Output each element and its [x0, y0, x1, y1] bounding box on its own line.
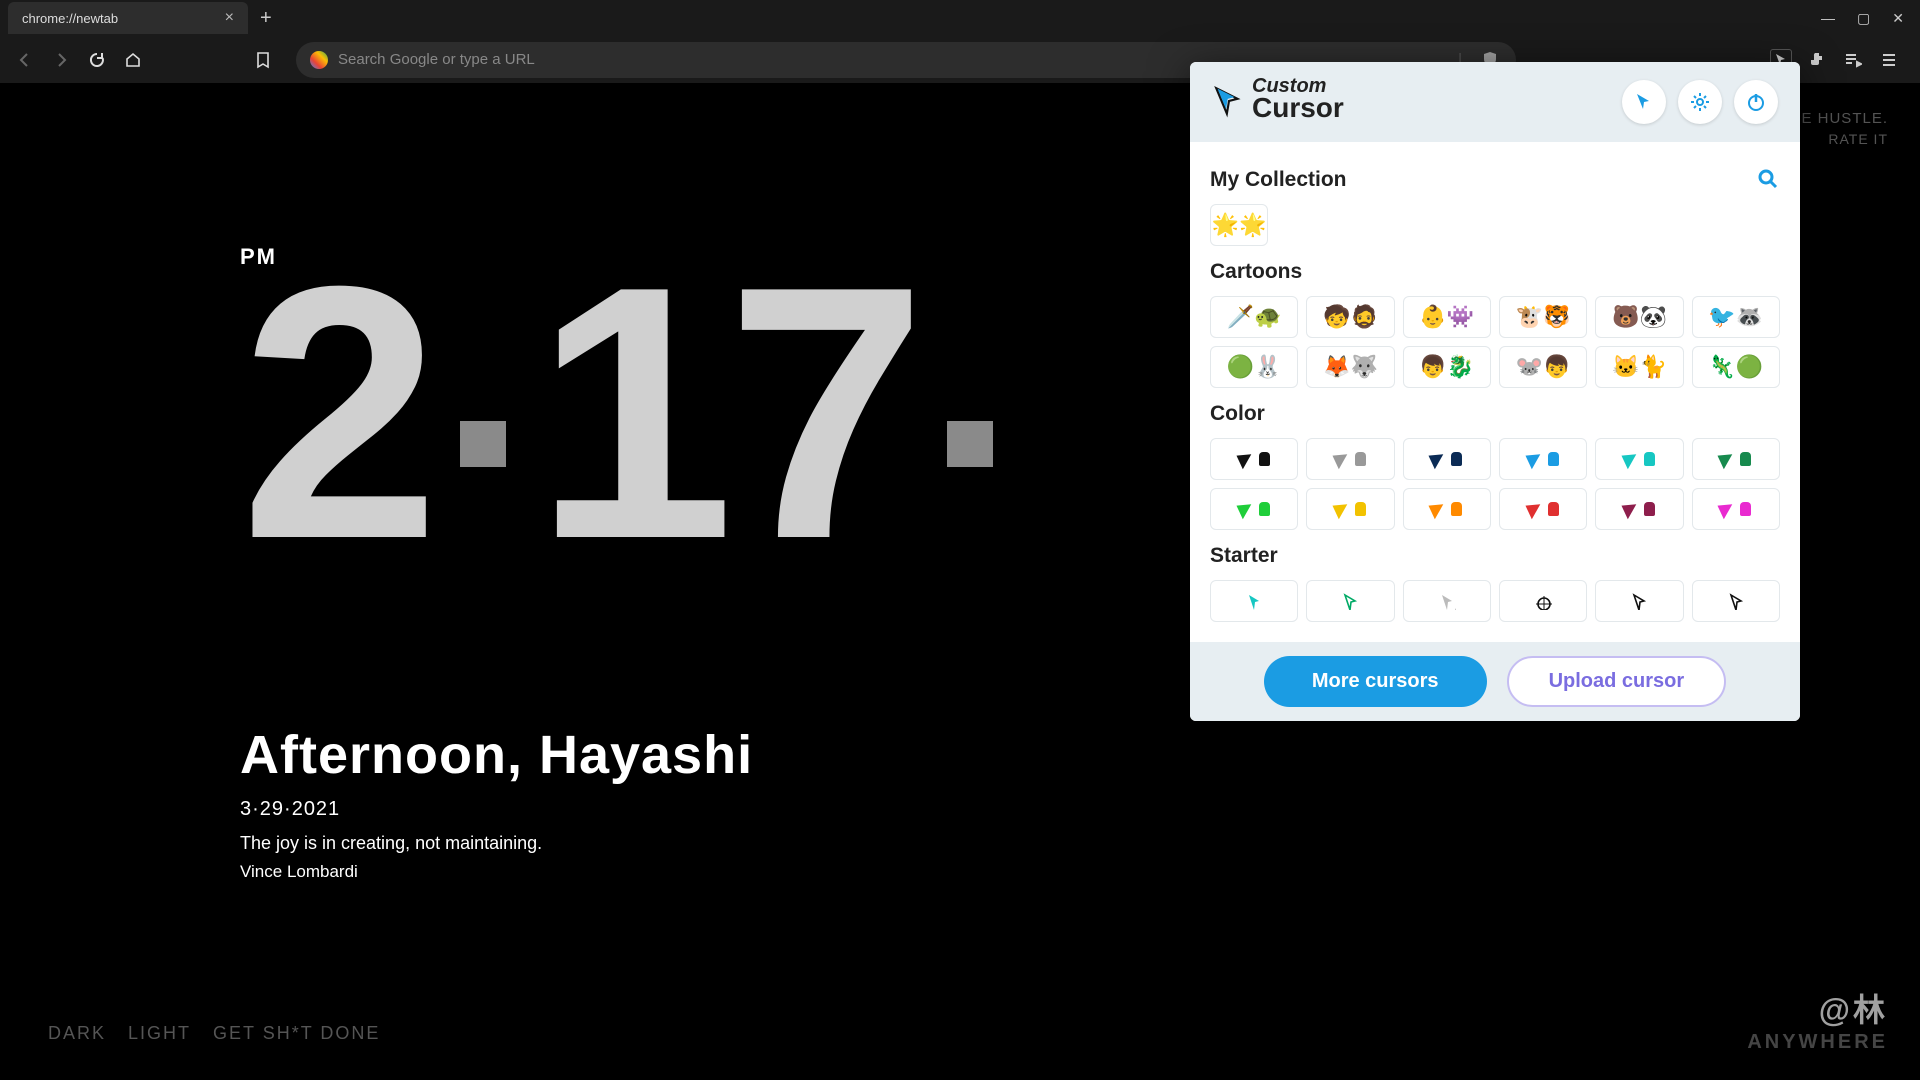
cursor-item[interactable]: 🌟🌟: [1210, 204, 1268, 246]
theme-dark[interactable]: DARK: [48, 1023, 106, 1044]
clock-widget: PM 217: [240, 244, 1021, 566]
popup-header: CustomCursor: [1190, 62, 1800, 142]
cursor-item[interactable]: 🐻🐼: [1595, 296, 1683, 338]
cursor-starter-item[interactable]: [1499, 580, 1587, 622]
popup-footer: More cursors Upload cursor: [1190, 642, 1800, 721]
playlist-icon[interactable]: [1842, 49, 1864, 71]
quote-text: The joy is in creating, not maintaining.: [240, 833, 753, 854]
color-grid: [1210, 438, 1780, 530]
reload-button[interactable]: [86, 49, 108, 71]
tab-title: chrome://newtab: [22, 11, 118, 26]
cursor-item[interactable]: 🦎🟢: [1692, 346, 1780, 388]
quote-author: Vince Lombardi: [240, 862, 753, 882]
greeting-block: Afternoon, Hayashi 3·29·2021 The joy is …: [240, 724, 753, 882]
power-button[interactable]: [1734, 80, 1778, 124]
custom-cursor-popup: CustomCursor My Collection 🌟🌟 Cartoons 🗡…: [1190, 62, 1800, 721]
cursor-starter-item[interactable]: [1403, 580, 1491, 622]
home-button[interactable]: [122, 49, 144, 71]
minimize-button[interactable]: —: [1821, 10, 1835, 27]
more-cursors-button[interactable]: More cursors: [1264, 656, 1487, 707]
my-collection-title: My Collection: [1210, 168, 1347, 192]
hour: 2: [240, 212, 432, 614]
maximize-button[interactable]: ▢: [1857, 10, 1870, 27]
menu-icon[interactable]: [1878, 49, 1900, 71]
cursor-item[interactable]: 🐦🦝: [1692, 296, 1780, 338]
cursor-starter-item[interactable]: [1210, 580, 1298, 622]
default-cursor-button[interactable]: [1622, 80, 1666, 124]
extensions-icon[interactable]: [1806, 49, 1828, 71]
date-text: 3·29·2021: [240, 798, 753, 821]
cursor-color-item[interactable]: [1692, 488, 1780, 530]
cursor-item[interactable]: 🐮🐯: [1499, 296, 1587, 338]
tab-strip: chrome://newtab × +: [8, 2, 278, 34]
cursor-starter-item[interactable]: [1306, 580, 1394, 622]
url-placeholder: Search Google or type a URL: [338, 51, 535, 68]
watermark: @林 ANYWHERE: [1747, 985, 1888, 1054]
cursor-color-item[interactable]: [1306, 438, 1394, 480]
cursor-logo-icon: [1212, 85, 1246, 119]
cartoons-grid: 🗡️🐢🧒🧔👶👾🐮🐯🐻🐼🐦🦝 🟢🐰🦊🐺👦🐉🐭👦🐱🐈🦎🟢: [1210, 296, 1780, 388]
window-controls: — ▢ ✕: [1821, 10, 1912, 27]
cursor-starter-item[interactable]: [1692, 580, 1780, 622]
cursor-item[interactable]: 🟢🐰: [1210, 346, 1298, 388]
window-title-bar: chrome://newtab × + — ▢ ✕: [0, 0, 1920, 36]
popup-controls: [1622, 80, 1778, 124]
cursor-color-item[interactable]: [1499, 438, 1587, 480]
cursor-item[interactable]: 🐱🐈: [1595, 346, 1683, 388]
cartoons-title: Cartoons: [1210, 260, 1780, 284]
close-icon[interactable]: ×: [225, 9, 234, 27]
search-icon[interactable]: [1756, 167, 1780, 196]
theme-switcher: DARK LIGHT GET SH*T DONE: [48, 1023, 380, 1044]
cursor-color-item[interactable]: [1306, 488, 1394, 530]
cursor-color-item[interactable]: [1595, 438, 1683, 480]
browser-tab[interactable]: chrome://newtab ×: [8, 2, 248, 34]
theme-light[interactable]: LIGHT: [128, 1023, 191, 1044]
cursor-item[interactable]: 🐭👦: [1499, 346, 1587, 388]
greeting-text: Afternoon, Hayashi: [240, 724, 753, 786]
brand-text: CustomCursor: [1252, 80, 1344, 124]
color-title: Color: [1210, 402, 1780, 426]
cursor-color-item[interactable]: [1210, 438, 1298, 480]
starter-grid: [1210, 580, 1780, 622]
cursor-item[interactable]: 🧒🧔: [1306, 296, 1394, 338]
time-separator: [947, 421, 993, 467]
starter-title: Starter: [1210, 544, 1780, 568]
forward-button[interactable]: [50, 49, 72, 71]
close-window-button[interactable]: ✕: [1892, 10, 1904, 27]
cursor-color-item[interactable]: [1403, 438, 1491, 480]
cursor-item[interactable]: 🦊🐺: [1306, 346, 1394, 388]
cursor-item[interactable]: 👶👾: [1403, 296, 1491, 338]
watermark-jp: @林: [1747, 985, 1888, 1031]
cursor-color-item[interactable]: [1499, 488, 1587, 530]
cursor-color-item[interactable]: [1692, 438, 1780, 480]
upload-cursor-button[interactable]: Upload cursor: [1507, 656, 1727, 707]
google-icon: [310, 51, 328, 69]
cursor-item[interactable]: 🗡️🐢: [1210, 296, 1298, 338]
bookmark-icon[interactable]: [252, 49, 274, 71]
new-tab-button[interactable]: +: [254, 7, 278, 30]
brand-logo: CustomCursor: [1212, 80, 1344, 124]
cursor-starter-item[interactable]: [1595, 580, 1683, 622]
cursor-color-item[interactable]: [1403, 488, 1491, 530]
back-button[interactable]: [14, 49, 36, 71]
my-collection-grid: 🌟🌟: [1210, 204, 1780, 246]
watermark-en: ANYWHERE: [1747, 1031, 1888, 1053]
popup-body: My Collection 🌟🌟 Cartoons 🗡️🐢🧒🧔👶👾🐮🐯🐻🐼🐦🦝 🟢…: [1190, 142, 1800, 642]
time-display: 217: [240, 260, 1021, 566]
cursor-item[interactable]: 👦🐉: [1403, 346, 1491, 388]
cursor-color-item[interactable]: [1595, 488, 1683, 530]
cursor-color-item[interactable]: [1210, 488, 1298, 530]
time-separator: [460, 421, 506, 467]
settings-button[interactable]: [1678, 80, 1722, 124]
minute: 17: [534, 212, 918, 614]
theme-gsd[interactable]: GET SH*T DONE: [213, 1023, 380, 1044]
